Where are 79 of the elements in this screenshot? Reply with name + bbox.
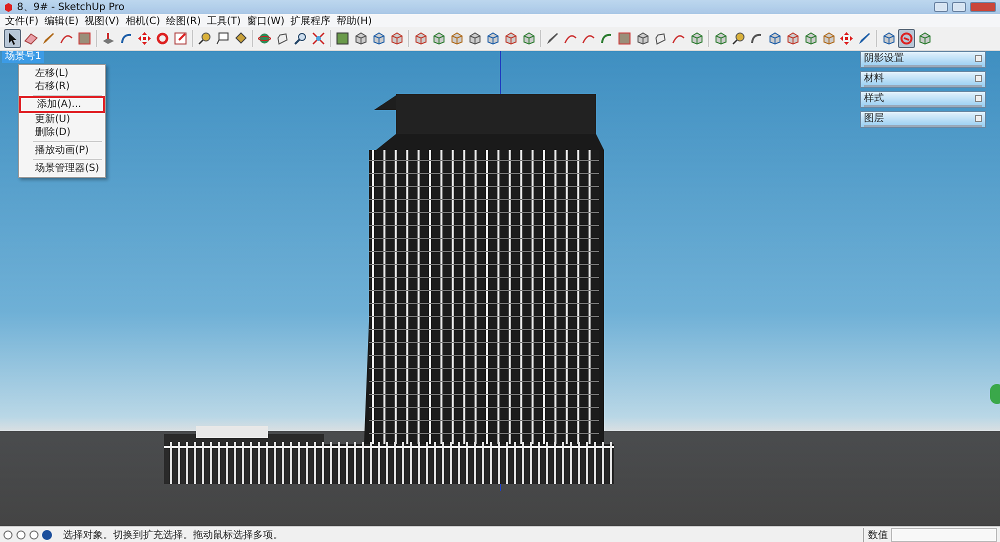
- menu-item[interactable]: 相机(C): [122, 14, 164, 28]
- tray-panel[interactable]: 样式: [860, 91, 986, 108]
- pencil-icon: [858, 32, 871, 45]
- orbit-icon: [258, 32, 271, 45]
- push-pull-icon: [102, 32, 115, 45]
- tray-panel[interactable]: 图层: [860, 111, 986, 128]
- tray-toggle-button[interactable]: [975, 75, 982, 82]
- rectangle-icon: [618, 32, 631, 45]
- menu-item[interactable]: 绘图(R): [163, 14, 204, 28]
- box-icon: [432, 32, 445, 45]
- tape-measure-icon: [198, 32, 211, 45]
- tray-panel[interactable]: 材料: [860, 71, 986, 88]
- arc-icon: [582, 32, 595, 45]
- menu-item[interactable]: 左移(L): [19, 67, 105, 80]
- box-icon: [786, 32, 799, 45]
- menu-item[interactable]: 删除(D): [19, 126, 105, 139]
- pencil-icon: [546, 32, 559, 45]
- eraser-icon: [24, 32, 38, 44]
- box-icon: [414, 32, 427, 45]
- window-title: 8、9# - SketchUp Pro: [17, 1, 126, 14]
- tray-toggle-button[interactable]: [975, 95, 982, 102]
- app-logo-icon: [4, 2, 13, 12]
- box-icon: [522, 32, 535, 45]
- status-message: 选择对象。切换到扩充选择。拖动鼠标选择多项。: [63, 528, 284, 542]
- text-label-icon: [216, 32, 229, 45]
- menu-item[interactable]: 视图(V): [82, 14, 122, 28]
- maximize-button[interactable]: [952, 2, 966, 12]
- tray-title: 图层: [864, 113, 884, 124]
- cursor-icon: [8, 32, 18, 44]
- box-icon: [690, 32, 703, 45]
- box-icon: [804, 32, 817, 45]
- box-icon: [714, 32, 727, 45]
- menu-item[interactable]: 更新(U): [19, 113, 105, 126]
- tape-measure-icon: [732, 32, 745, 45]
- arc-icon: [60, 32, 73, 45]
- arc-icon: [672, 32, 685, 45]
- tray-panel[interactable]: 阴影设置: [860, 51, 986, 68]
- map-icon: [336, 32, 349, 45]
- minimize-button[interactable]: [934, 2, 948, 12]
- box-icon: [636, 32, 649, 45]
- rectangle-icon: [78, 32, 91, 45]
- box-icon: [372, 32, 385, 45]
- scale-icon: [174, 32, 187, 45]
- help-icon: [42, 530, 52, 540]
- move-icon: [840, 32, 853, 45]
- box-icon: [918, 32, 931, 45]
- box-icon: [450, 32, 463, 45]
- menu-item[interactable]: 工具(T): [204, 14, 244, 28]
- box-icon: [468, 32, 481, 45]
- menu-item[interactable]: 添加(A)...: [21, 98, 103, 111]
- tray-toggle-button[interactable]: [975, 55, 982, 62]
- menu-item[interactable]: 场景管理器(S): [19, 162, 105, 175]
- paint-bucket-icon: [234, 32, 247, 45]
- menu-item[interactable]: 文件(F): [2, 14, 42, 28]
- box-icon: [354, 32, 367, 45]
- menu-item[interactable]: 编辑(E): [42, 14, 82, 28]
- pencil-icon: [42, 32, 55, 45]
- styles-icon: [900, 32, 913, 45]
- menu-item[interactable]: 帮助(H): [334, 14, 375, 28]
- zoom-extents-icon: [312, 32, 325, 45]
- box-icon: [504, 32, 517, 45]
- measurements-label: 数值: [863, 528, 888, 542]
- measurements-field[interactable]: [891, 528, 997, 542]
- tray-title: 材料: [864, 73, 884, 84]
- box-icon: [822, 32, 835, 45]
- box-icon: [390, 32, 403, 45]
- menu-item[interactable]: 播放动画(P): [19, 144, 105, 157]
- move-icon: [138, 32, 151, 45]
- tray-toggle-button[interactable]: [975, 115, 982, 122]
- menu-item[interactable]: 窗口(W): [244, 14, 288, 28]
- box-icon: [768, 32, 781, 45]
- box-icon: [486, 32, 499, 45]
- arc-icon: [564, 32, 577, 45]
- box-icon: [882, 32, 895, 45]
- tray-title: 样式: [864, 93, 884, 104]
- magnifier-icon: [294, 32, 307, 45]
- tray-title: 阴影设置: [864, 53, 904, 64]
- menu-item[interactable]: 扩展程序: [288, 14, 334, 28]
- menu-item[interactable]: 右移(R): [19, 80, 105, 93]
